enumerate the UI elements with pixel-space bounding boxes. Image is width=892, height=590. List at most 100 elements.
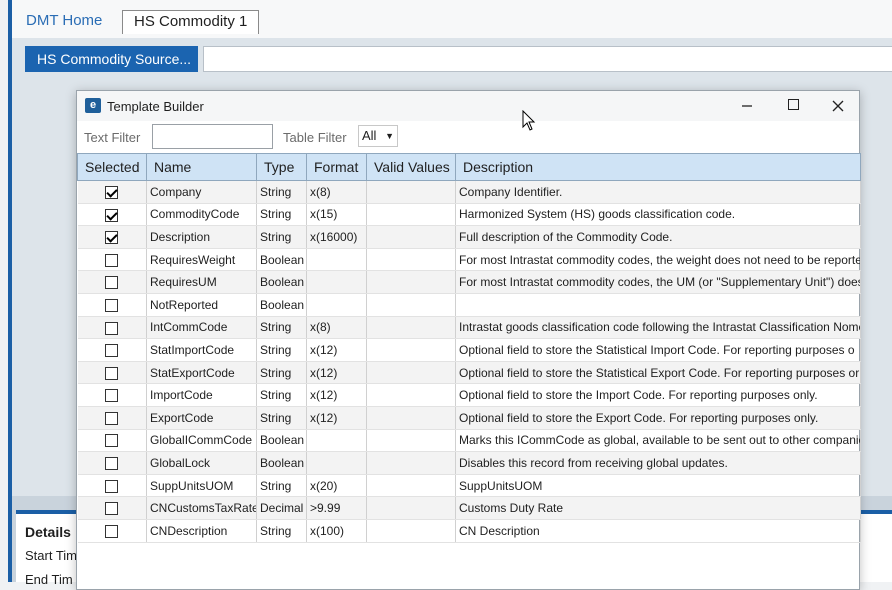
format-cell: x(16000) [306,225,367,249]
valid-values-cell [366,383,456,407]
name-cell: GlobalLock [146,451,257,475]
text-filter-input[interactable] [152,124,273,149]
type-cell: String [256,406,307,430]
name-cell: SuppUnitsUOM [146,474,257,498]
tab-hs-commodity[interactable]: HS Commodity 1 [122,10,260,34]
table-row[interactable]: GlobalLock Boolean Disables this record fr… [77,451,861,475]
selected-cell [77,338,147,362]
name-cell: GlobalICommCode [146,429,257,453]
dialog-title: Template Builder [107,99,204,114]
selected-cell [77,496,147,520]
selected-checkbox[interactable] [105,298,119,312]
selected-checkbox[interactable] [105,344,119,358]
start-time-label: Start Tim [25,548,78,563]
table-row[interactable]: StatImportCode String x(12) Optional field … [77,338,861,362]
selected-checkbox[interactable] [105,411,119,425]
type-cell: Boolean [256,248,307,272]
column-header-name[interactable]: Name [146,153,257,181]
format-cell: x(12) [306,361,367,385]
description-cell: SuppUnitsUOM [455,474,861,498]
app-logo-icon: e [85,98,101,113]
selected-checkbox[interactable] [105,321,119,335]
format-cell [306,429,367,453]
table-row[interactable]: SuppUnitsUOM String x(20) SuppUnitsUOM [77,474,861,498]
name-cell: CommodityCode [146,203,257,227]
selected-checkbox[interactable] [105,366,119,380]
selected-cell [77,519,147,543]
close-icon[interactable] [815,91,861,121]
column-header-type[interactable]: Type [256,153,307,181]
selected-cell [77,429,147,453]
table-row[interactable]: RequiresWeight Boolean For most Intrastat … [77,248,861,272]
valid-values-cell [366,406,456,430]
format-cell: x(12) [306,338,367,362]
format-cell: x(100) [306,519,367,543]
hs-commodity-source-button[interactable]: HS Commodity Source... [25,46,198,72]
tab-dmt-home[interactable]: DMT Home [26,12,102,29]
table-row[interactable]: CNDescription String x(100) CN Description [77,519,861,543]
selected-checkbox[interactable] [105,434,119,448]
minimize-icon[interactable] [724,91,770,121]
selected-cell [77,361,147,385]
table-row[interactable]: ExportCode String x(12) Optional field to s… [77,406,861,430]
table-row[interactable]: CNCustomsTaxRate Decimal >9.99 Customs Duty… [77,496,861,520]
valid-values-cell [366,496,456,520]
selected-cell [77,225,147,249]
column-header-valid-values[interactable]: Valid Values [366,153,456,181]
valid-values-cell [366,429,456,453]
format-cell: x(12) [306,383,367,407]
table-row[interactable]: StatExportCode String x(12) Optional field … [77,361,861,385]
name-cell: RequiresWeight [146,248,257,272]
selected-cell [77,316,147,340]
selected-cell [77,293,147,317]
grid-header-row: Selected Name Type Format Valid Values D… [77,153,861,181]
table-row[interactable]: RequiresUM Boolean For most Intrastat comm… [77,270,861,294]
selected-checkbox[interactable] [105,253,119,267]
table-row[interactable]: Company String x(8) Company Identifier. [77,180,861,204]
table-row[interactable]: ImportCode String x(12) Optional field to s… [77,383,861,407]
type-cell: String [256,225,307,249]
table-row[interactable]: NotReported Boolean [77,293,861,317]
description-cell: Optional field to store the Statistical … [455,361,861,385]
name-cell: IntCommCode [146,316,257,340]
description-cell: Optional field to store the Statistical … [455,338,861,362]
selected-checkbox[interactable] [105,208,119,222]
type-cell: String [256,519,307,543]
column-header-description[interactable]: Description [455,153,861,181]
valid-values-cell [366,316,456,340]
format-cell: x(8) [306,180,367,204]
valid-values-cell [366,248,456,272]
table-row[interactable]: CommodityCode String x(15) Harmonized Syste… [77,203,861,227]
selected-checkbox[interactable] [105,231,119,245]
name-cell: RequiresUM [146,270,257,294]
selected-checkbox[interactable] [105,479,119,493]
filter-bar: Text Filter Table Filter All ▼ [77,121,859,153]
description-cell: Company Identifier. [455,180,861,204]
column-header-format[interactable]: Format [306,153,367,181]
description-cell: Marks this ICommCode as global, availabl… [455,429,861,453]
format-cell: >9.99 [306,496,367,520]
dialog-titlebar[interactable]: e Template Builder [77,91,859,121]
chevron-down-icon: ▼ [385,131,394,141]
description-cell: For most Intrastat commodity codes, the … [455,248,861,272]
type-cell: String [256,383,307,407]
selected-checkbox[interactable] [105,276,119,290]
text-filter-label: Text Filter [84,130,141,145]
selected-checkbox[interactable] [105,502,119,516]
table-filter-select[interactable]: All ▼ [358,125,398,147]
fields-grid: Selected Name Type Format Valid Values D… [77,153,861,543]
format-cell: x(12) [306,406,367,430]
table-row[interactable]: Description String x(16000) Full descriptio… [77,225,861,249]
maximize-icon[interactable] [770,91,816,121]
selected-checkbox[interactable] [105,524,119,538]
selected-cell [77,406,147,430]
selected-checkbox[interactable] [105,389,119,403]
source-path-field[interactable] [203,46,892,72]
table-row[interactable]: IntCommCode String x(8) Intrastat goods cla… [77,316,861,340]
selected-checkbox[interactable] [105,185,119,199]
selected-checkbox[interactable] [105,457,119,471]
end-time-label: End Tim [25,572,73,587]
type-cell: String [256,203,307,227]
table-row[interactable]: GlobalICommCode Boolean Marks this ICommCo… [77,429,861,453]
column-header-selected[interactable]: Selected [77,153,147,181]
